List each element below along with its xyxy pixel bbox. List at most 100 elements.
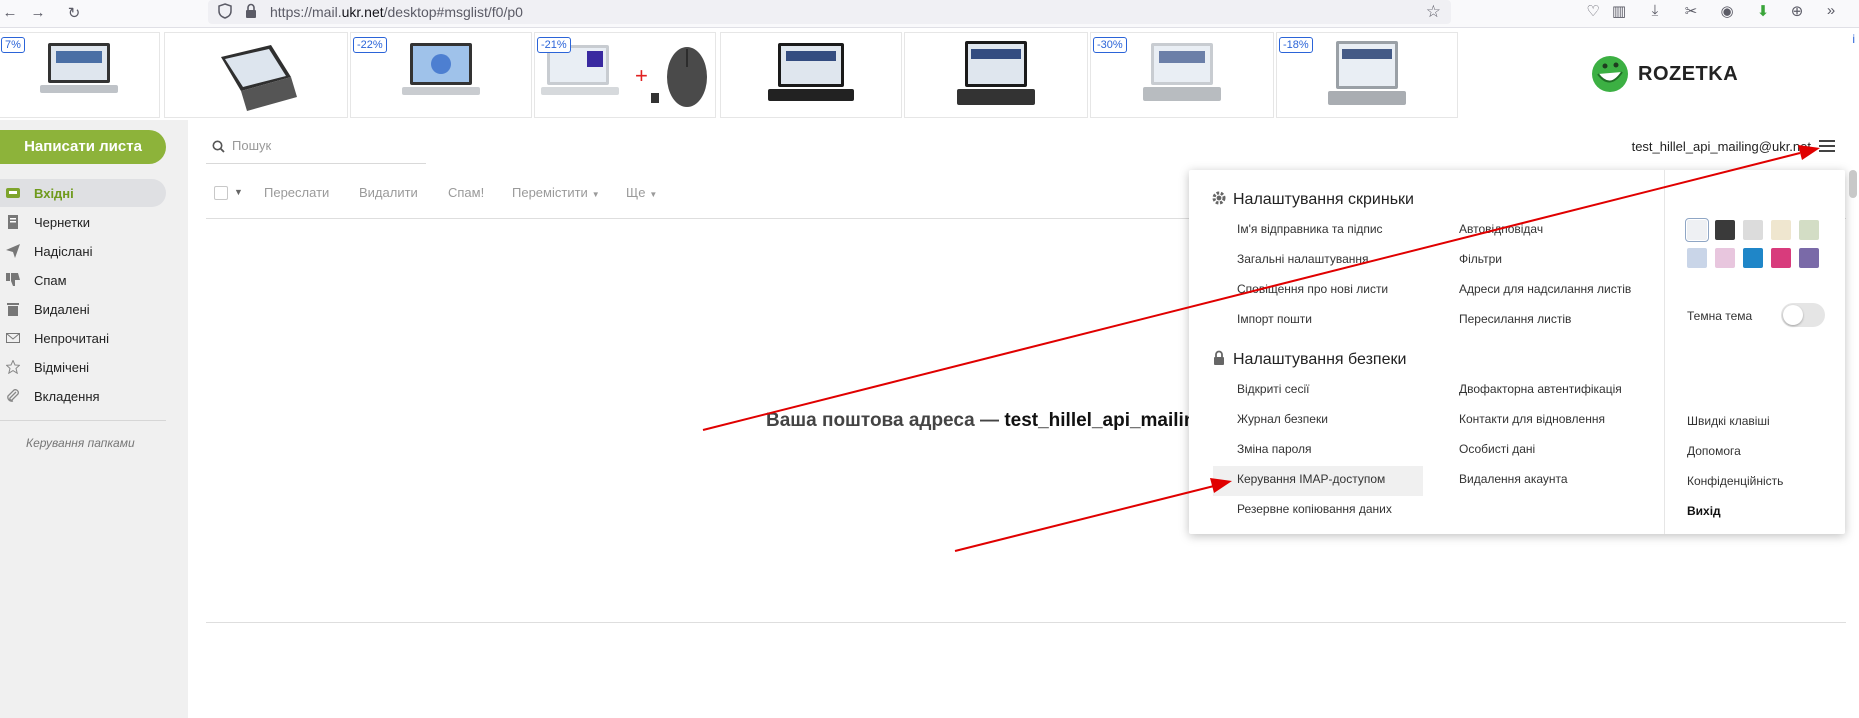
rozetka-logo[interactable]: ROZETKA xyxy=(1590,54,1750,94)
ad-product-7[interactable]: -30% xyxy=(1090,32,1274,118)
toggle-knob xyxy=(1783,305,1803,325)
logout-link[interactable]: Вихід xyxy=(1687,504,1721,518)
send-addresses-link[interactable]: Адреси для надсилання листів xyxy=(1459,282,1631,296)
lock-icon xyxy=(1214,350,1224,365)
backup-data-link[interactable]: Резервне копіювання даних xyxy=(1237,502,1392,516)
folder-label: Вкладення xyxy=(34,389,100,404)
lock-icon[interactable] xyxy=(244,3,258,19)
ad-product-8[interactable]: -18% xyxy=(1276,32,1458,118)
folder-inbox[interactable]: Вхідні xyxy=(0,179,166,207)
theme-swatch[interactable] xyxy=(1771,248,1791,268)
theme-swatch[interactable] xyxy=(1743,248,1763,268)
bookmark-star-icon[interactable]: ☆ xyxy=(1426,2,1441,22)
recovery-contacts-link[interactable]: Контакти для відновлення xyxy=(1459,412,1605,426)
theme-and-help-panel: Темна тема Швидкі клавіші Допомога Конфі… xyxy=(1664,170,1845,534)
pocket-icon[interactable]: ♡ xyxy=(1582,2,1604,22)
user-email[interactable]: test_hillel_api_mailing@ukr.net xyxy=(1632,139,1811,154)
new-mail-notifications-link[interactable]: Сповіщення про нові листи xyxy=(1237,282,1388,296)
more-button[interactable]: Ще ▼ xyxy=(626,185,657,200)
back-icon[interactable]: ← xyxy=(0,4,20,21)
forward-icon[interactable]: → xyxy=(28,4,48,21)
unread-icon xyxy=(6,333,20,343)
account-icon[interactable]: ◉ xyxy=(1716,2,1738,22)
reader-view-icon[interactable]: ▥ xyxy=(1608,2,1630,22)
ad-product-6[interactable] xyxy=(904,32,1088,118)
theme-swatch[interactable] xyxy=(1715,248,1735,268)
manage-folders-link[interactable]: Керування папками xyxy=(26,436,135,450)
autoreply-link[interactable]: Автовідповідач xyxy=(1459,222,1543,236)
imap-access-link[interactable]: Керування IMAP-доступом xyxy=(1213,466,1423,496)
screenshot-icon[interactable]: ✂ xyxy=(1680,2,1702,22)
shield-icon[interactable] xyxy=(218,3,232,19)
folder-spam[interactable]: Спам xyxy=(0,266,166,294)
privacy-link[interactable]: Конфіденційність xyxy=(1687,474,1783,488)
mail-forwarding-link[interactable]: Пересилання листів xyxy=(1459,312,1571,326)
compose-button[interactable]: Написати листа xyxy=(0,130,166,164)
search-input[interactable] xyxy=(232,135,422,155)
search-box[interactable] xyxy=(206,126,426,164)
delete-button[interactable]: Видалити xyxy=(359,185,418,200)
more-tools-icon[interactable]: » xyxy=(1820,2,1842,22)
change-password-link[interactable]: Зміна пароля xyxy=(1237,442,1312,456)
general-settings-link[interactable]: Загальні налаштування xyxy=(1237,252,1369,266)
extension-icon[interactable]: ⬇ xyxy=(1752,2,1774,22)
folder-unread[interactable]: Непрочитані xyxy=(0,324,166,352)
globe-icon[interactable]: ⊕ xyxy=(1786,2,1808,22)
ad-product-4[interactable]: + -21% xyxy=(534,32,716,118)
folder-label: Надіслані xyxy=(34,244,93,259)
page-scrollbar[interactable] xyxy=(1849,170,1857,198)
address-bar[interactable]: https://mail.ukr.net/desktop#msglist/f0/… xyxy=(208,0,1451,24)
theme-swatch[interactable] xyxy=(1685,218,1709,242)
security-log-link[interactable]: Журнал безпеки xyxy=(1237,412,1328,426)
folder-sent[interactable]: Надіслані xyxy=(0,237,166,265)
delete-account-link[interactable]: Видалення акаунта xyxy=(1459,472,1568,486)
filters-link[interactable]: Фільтри xyxy=(1459,252,1502,266)
help-link[interactable]: Допомога xyxy=(1687,444,1741,458)
ad-info-icon[interactable]: i xyxy=(1852,32,1855,46)
forward-button[interactable]: Переслати xyxy=(264,185,329,200)
theme-swatch[interactable] xyxy=(1799,220,1819,240)
folder-trash[interactable]: Видалені xyxy=(0,295,166,323)
folder-drafts[interactable]: Чернетки xyxy=(0,208,166,236)
reload-icon[interactable]: ↻ xyxy=(64,4,84,22)
import-mail-link[interactable]: Імпорт пошти xyxy=(1237,312,1312,326)
address-email: test_hillel_api_mailin xyxy=(1004,410,1196,431)
gear-icon xyxy=(1212,191,1226,205)
folder-label: Чернетки xyxy=(34,215,91,230)
folder-label: Відмічені xyxy=(34,360,90,375)
ad-product-3[interactable]: -22% xyxy=(350,32,532,118)
folder-attachments[interactable]: Вкладення xyxy=(0,382,166,410)
select-all-checkbox[interactable] xyxy=(214,186,228,200)
folder-starred[interactable]: Відмічені xyxy=(0,353,166,381)
theme-swatch[interactable] xyxy=(1799,248,1819,268)
url-text[interactable]: https://mail.ukr.net/desktop#msglist/f0/… xyxy=(270,4,523,20)
theme-swatch[interactable] xyxy=(1771,220,1791,240)
personal-data-link[interactable]: Особисті дані xyxy=(1459,442,1535,456)
sender-name-signature-link[interactable]: Ім'я відправника та підпис xyxy=(1237,222,1383,236)
theme-swatch[interactable] xyxy=(1715,220,1735,240)
hotkeys-link[interactable]: Швидкі клавіші xyxy=(1687,414,1770,428)
laptop-image xyxy=(1143,43,1221,101)
ad-product-1[interactable]: 7% xyxy=(0,32,160,118)
spam-button[interactable]: Спам! xyxy=(448,185,484,200)
discount-badge: -30% xyxy=(1093,37,1127,53)
theme-swatch[interactable] xyxy=(1743,220,1763,240)
laptop-image xyxy=(1328,41,1406,105)
theme-swatch[interactable] xyxy=(1687,248,1707,268)
trash-icon xyxy=(7,303,19,316)
dark-theme-toggle[interactable] xyxy=(1781,303,1825,327)
move-button[interactable]: Перемістити ▼ xyxy=(512,185,600,200)
download-icon[interactable]: ⤓ xyxy=(1644,2,1666,22)
two-factor-auth-link[interactable]: Двофакторна автентифікація xyxy=(1459,382,1622,396)
menu-hamburger-icon[interactable] xyxy=(1819,140,1835,152)
chevron-down-icon: ▼ xyxy=(591,190,600,199)
search-icon xyxy=(212,140,225,153)
ad-product-5[interactable] xyxy=(720,32,902,118)
select-dropdown-icon[interactable]: ▼ xyxy=(234,187,243,197)
discount-badge: -18% xyxy=(1279,37,1313,53)
browser-toolbar: ← → ↻ https://mail.ukr.net/desktop#msgli… xyxy=(0,0,1859,28)
ad-product-2[interactable] xyxy=(164,32,348,118)
open-sessions-link[interactable]: Відкриті сесії xyxy=(1237,382,1309,396)
sent-icon xyxy=(6,244,20,258)
ad-banner[interactable]: 7% -22% + -21% -30% -18% ROZETKA i xyxy=(0,30,1859,120)
